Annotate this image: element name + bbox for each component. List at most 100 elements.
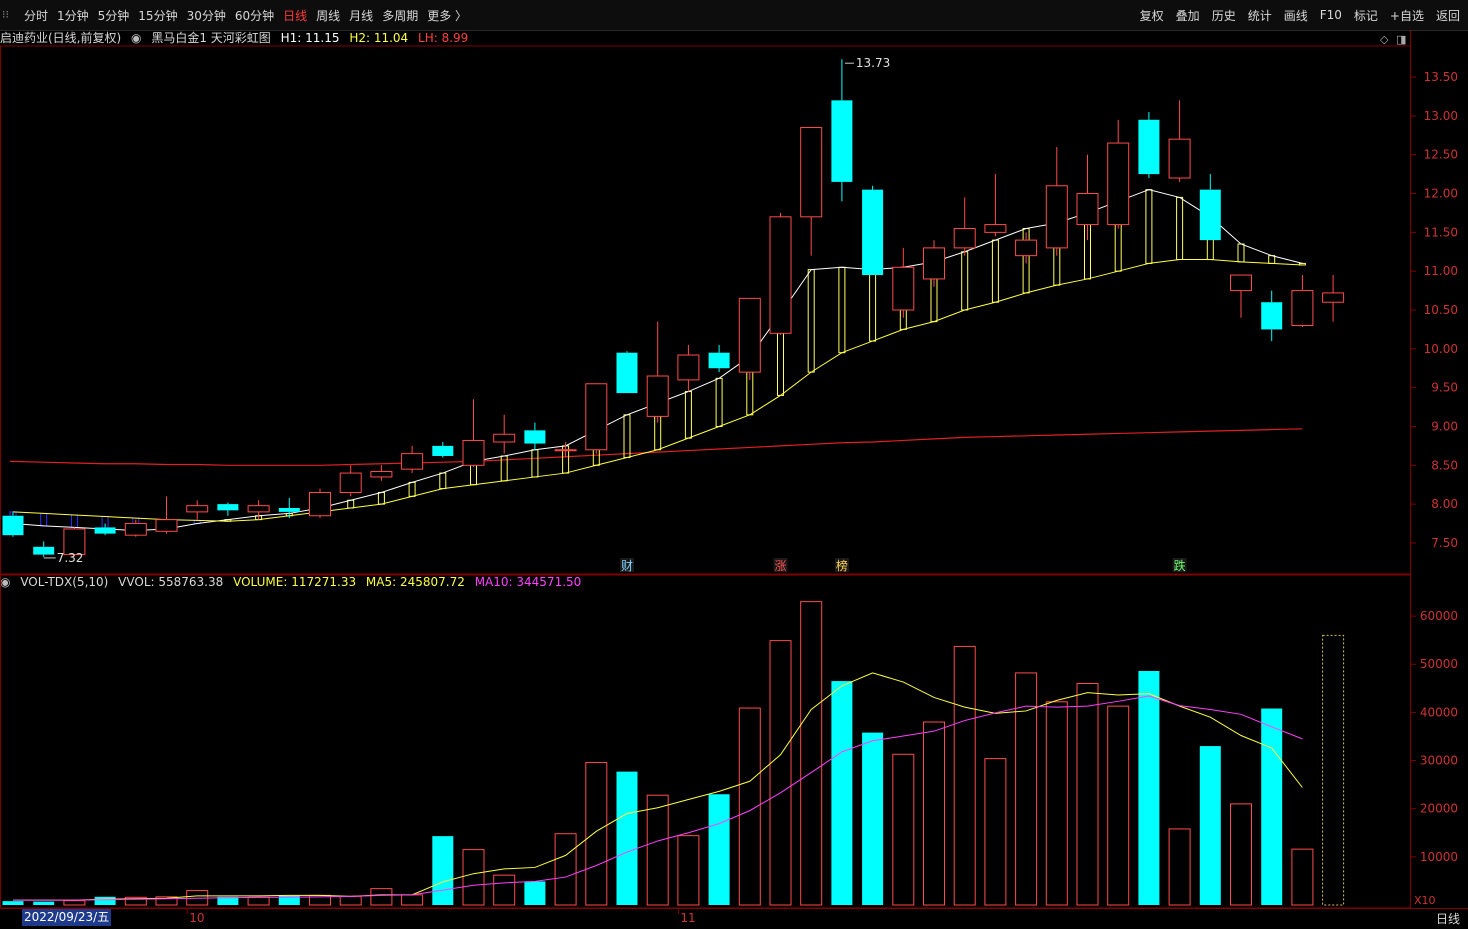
candle-body (94, 527, 116, 534)
candle-body (1138, 119, 1160, 175)
volume-bar (769, 640, 792, 906)
volume-bar (708, 794, 730, 905)
volume-bar (462, 849, 485, 906)
volume-bar (339, 895, 362, 906)
diamond-icon[interactable]: ◇ (1380, 33, 1389, 46)
volume-bar (63, 900, 86, 906)
candle-body (1107, 142, 1130, 226)
volume-tick-label: 10000 (1420, 850, 1458, 864)
candle-body (831, 100, 853, 182)
candle-body (1168, 138, 1191, 179)
ribbon-bar (377, 491, 385, 505)
volume-bar (953, 645, 976, 906)
volume-bar (831, 681, 853, 905)
candle-body (432, 445, 454, 456)
event-marker: 榜 (836, 558, 848, 573)
panel-toggle-icon[interactable]: ◨ (1396, 33, 1406, 46)
candle-body (278, 508, 300, 512)
volume-bar (247, 896, 270, 906)
low-label: 7.32 (57, 551, 84, 565)
price-tick-label: 13.50 (1424, 70, 1458, 84)
candle-body (1230, 274, 1252, 292)
candle-body (984, 224, 1007, 233)
ribbon-bar (531, 449, 539, 478)
volume-bar (862, 732, 884, 905)
candle-body (892, 266, 915, 311)
volume-bar (984, 758, 1007, 906)
volume-bar (2, 901, 24, 905)
ribbon-bar (40, 512, 48, 527)
event-marker: 涨 (774, 558, 786, 573)
volume-bar (1168, 828, 1191, 906)
volume-tick-label: 30000 (1420, 754, 1458, 768)
volume-bar (677, 835, 700, 906)
candle-body (217, 504, 239, 511)
volume-bar (1261, 708, 1283, 905)
ribbon-bar (1145, 189, 1153, 264)
volume-tick-label: 40000 (1420, 705, 1458, 719)
volume-bar (585, 761, 608, 906)
event-marker: 财 (621, 559, 633, 573)
volume-bar (1138, 670, 1160, 905)
candle-body (247, 505, 270, 513)
price-tick-label: 10.00 (1424, 342, 1458, 356)
candle-body (186, 505, 209, 513)
price-tick-label: 8.00 (1431, 497, 1458, 511)
volume-bar (1230, 803, 1252, 906)
volume-bar (923, 721, 945, 906)
time-axis-label: 11 (680, 911, 695, 925)
volume-bar (1291, 848, 1314, 906)
price-tick-label: 9.50 (1431, 381, 1458, 395)
scale-tag: X10 (1414, 894, 1436, 907)
candle-body (339, 472, 362, 493)
candle-body (1322, 292, 1345, 303)
bottom-period-tab[interactable]: 日线 (1436, 910, 1460, 927)
candle-body (738, 297, 761, 373)
price-panel-frame (0, 45, 1411, 575)
candle-body (1199, 189, 1221, 241)
volume-tick-label: 60000 (1420, 609, 1458, 623)
price-tick-label: 11.00 (1424, 264, 1458, 278)
candle-body (769, 216, 792, 334)
long-ma-line (9, 428, 1303, 466)
ribbon-bar (715, 377, 723, 427)
candle-body (616, 352, 638, 394)
volume-bar (554, 833, 577, 906)
candle-body (923, 247, 945, 280)
candle-body (554, 449, 577, 452)
ribbon-bar (1176, 196, 1184, 261)
candle-body (646, 375, 669, 417)
ribbon-bar (70, 514, 78, 528)
ribbon-bar (869, 269, 877, 342)
price-tick-label: 13.00 (1424, 109, 1458, 123)
candle-body (1291, 290, 1314, 327)
event-marker: 跌 (1174, 558, 1186, 573)
volume-bar (646, 794, 669, 906)
candle-body (677, 354, 700, 381)
estimated-volume-bar (1322, 634, 1345, 906)
candle-body (800, 127, 823, 218)
stock-chart[interactable]: 7.50 8.00 8.50 9.00 9.50 10.00 10.50 11.00 11.50… (0, 0, 1468, 929)
price-tick-label: 9.00 (1431, 419, 1458, 433)
volume-bar (1199, 746, 1221, 905)
candle-body (155, 519, 178, 532)
volume-bar (892, 753, 915, 906)
candle-body (2, 515, 24, 536)
volume-bar (493, 874, 516, 906)
volume-bar (524, 881, 546, 905)
volume-bar (432, 836, 454, 905)
ribbon-bar (684, 391, 692, 439)
candle-body (462, 439, 485, 466)
ribbon-bar (807, 269, 815, 373)
volume-bar (33, 901, 55, 905)
volume-bar (370, 888, 393, 906)
candle-body (1045, 185, 1068, 249)
ribbon-bar (838, 266, 846, 354)
ribbon-bar (991, 239, 999, 303)
candle-body (953, 227, 976, 249)
volume-bar (800, 601, 823, 906)
volume-bar (94, 896, 116, 905)
volume-bar (1045, 701, 1068, 906)
price-tick-label: 12.00 (1424, 187, 1458, 201)
candle-body (862, 189, 884, 276)
